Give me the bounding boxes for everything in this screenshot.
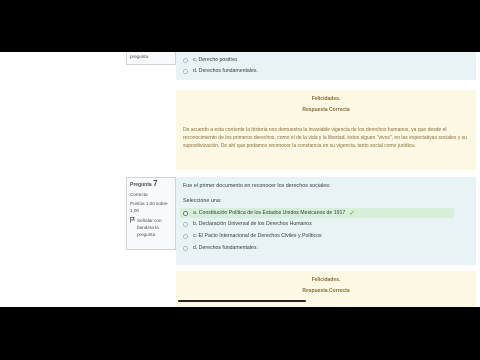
option-label: c. Derecho positivo <box>193 57 238 63</box>
option-label: c. El Pacto Internacional de Derechos Ci… <box>193 233 322 239</box>
option-label: b. Declaración Universal de los Derechos… <box>193 221 312 227</box>
feedback-body: De acuerdo a esta corriente la historia … <box>183 127 467 149</box>
select-label: Seleccione una: <box>183 198 222 204</box>
option-a[interactable]: a. Constitución Política de los Estados … <box>180 208 454 218</box>
check-icon: ✓ <box>349 210 356 217</box>
question6-info: pregunta <box>126 52 176 65</box>
option-label: d. Derechos fundamentales. <box>193 245 258 251</box>
question-score: Puntúa 1,00 sobre 1,00 <box>130 201 168 213</box>
feedback-subtitle: Respuesta Correcta <box>302 288 350 294</box>
radio-button[interactable] <box>183 221 188 227</box>
option-c[interactable]: c. El Pacto Internacional de Derechos Ci… <box>183 233 322 239</box>
feedback-title: Felicidades. <box>311 96 341 102</box>
flag-label: Señalar con bandera la pregunta <box>137 218 162 237</box>
quiz-review-screen: pregunta c. Derecho positivo d. Derechos… <box>0 52 480 307</box>
question7-formulation: Fue el primer documento en reconocer los… <box>176 177 476 265</box>
question6-info-text: pregunta <box>130 54 149 59</box>
question-text: Fue el primer documento en reconocer los… <box>183 183 331 189</box>
question6-formulation: c. Derecho positivo d. Derechos fundamen… <box>176 52 476 80</box>
radio-button[interactable] <box>183 57 188 63</box>
flag-question[interactable]: Señalar con bandera la pregunta <box>130 217 172 238</box>
question6-feedback: Felicidades. Respuesta Correcta De acuer… <box>176 90 476 170</box>
question-number: Pregunta 7 <box>130 179 158 189</box>
flag-icon <box>130 217 136 238</box>
option-d[interactable]: d. Derechos fundamentales. <box>183 245 258 251</box>
option-d[interactable]: d. Derechos fundamentales. <box>183 68 258 74</box>
feedback-subtitle: Respuesta Correcta <box>302 107 350 113</box>
question7-info: Pregunta 7 Correcta Puntúa 1,00 sobre 1,… <box>126 177 176 250</box>
question-state: Correcta <box>130 192 148 197</box>
radio-button[interactable] <box>183 210 188 216</box>
horizontal-scrollbar[interactable] <box>178 300 306 302</box>
radio-button[interactable] <box>183 68 188 74</box>
option-label: d. Derechos fundamentales. <box>193 68 258 74</box>
feedback-title: Felicidades. <box>311 277 341 283</box>
radio-button[interactable] <box>183 245 188 251</box>
radio-button[interactable] <box>183 233 188 239</box>
option-b[interactable]: b. Declaración Universal de los Derechos… <box>183 221 312 227</box>
option-label: a. Constitución Política de los Estados … <box>193 210 346 216</box>
option-c[interactable]: c. Derecho positivo <box>183 57 237 63</box>
